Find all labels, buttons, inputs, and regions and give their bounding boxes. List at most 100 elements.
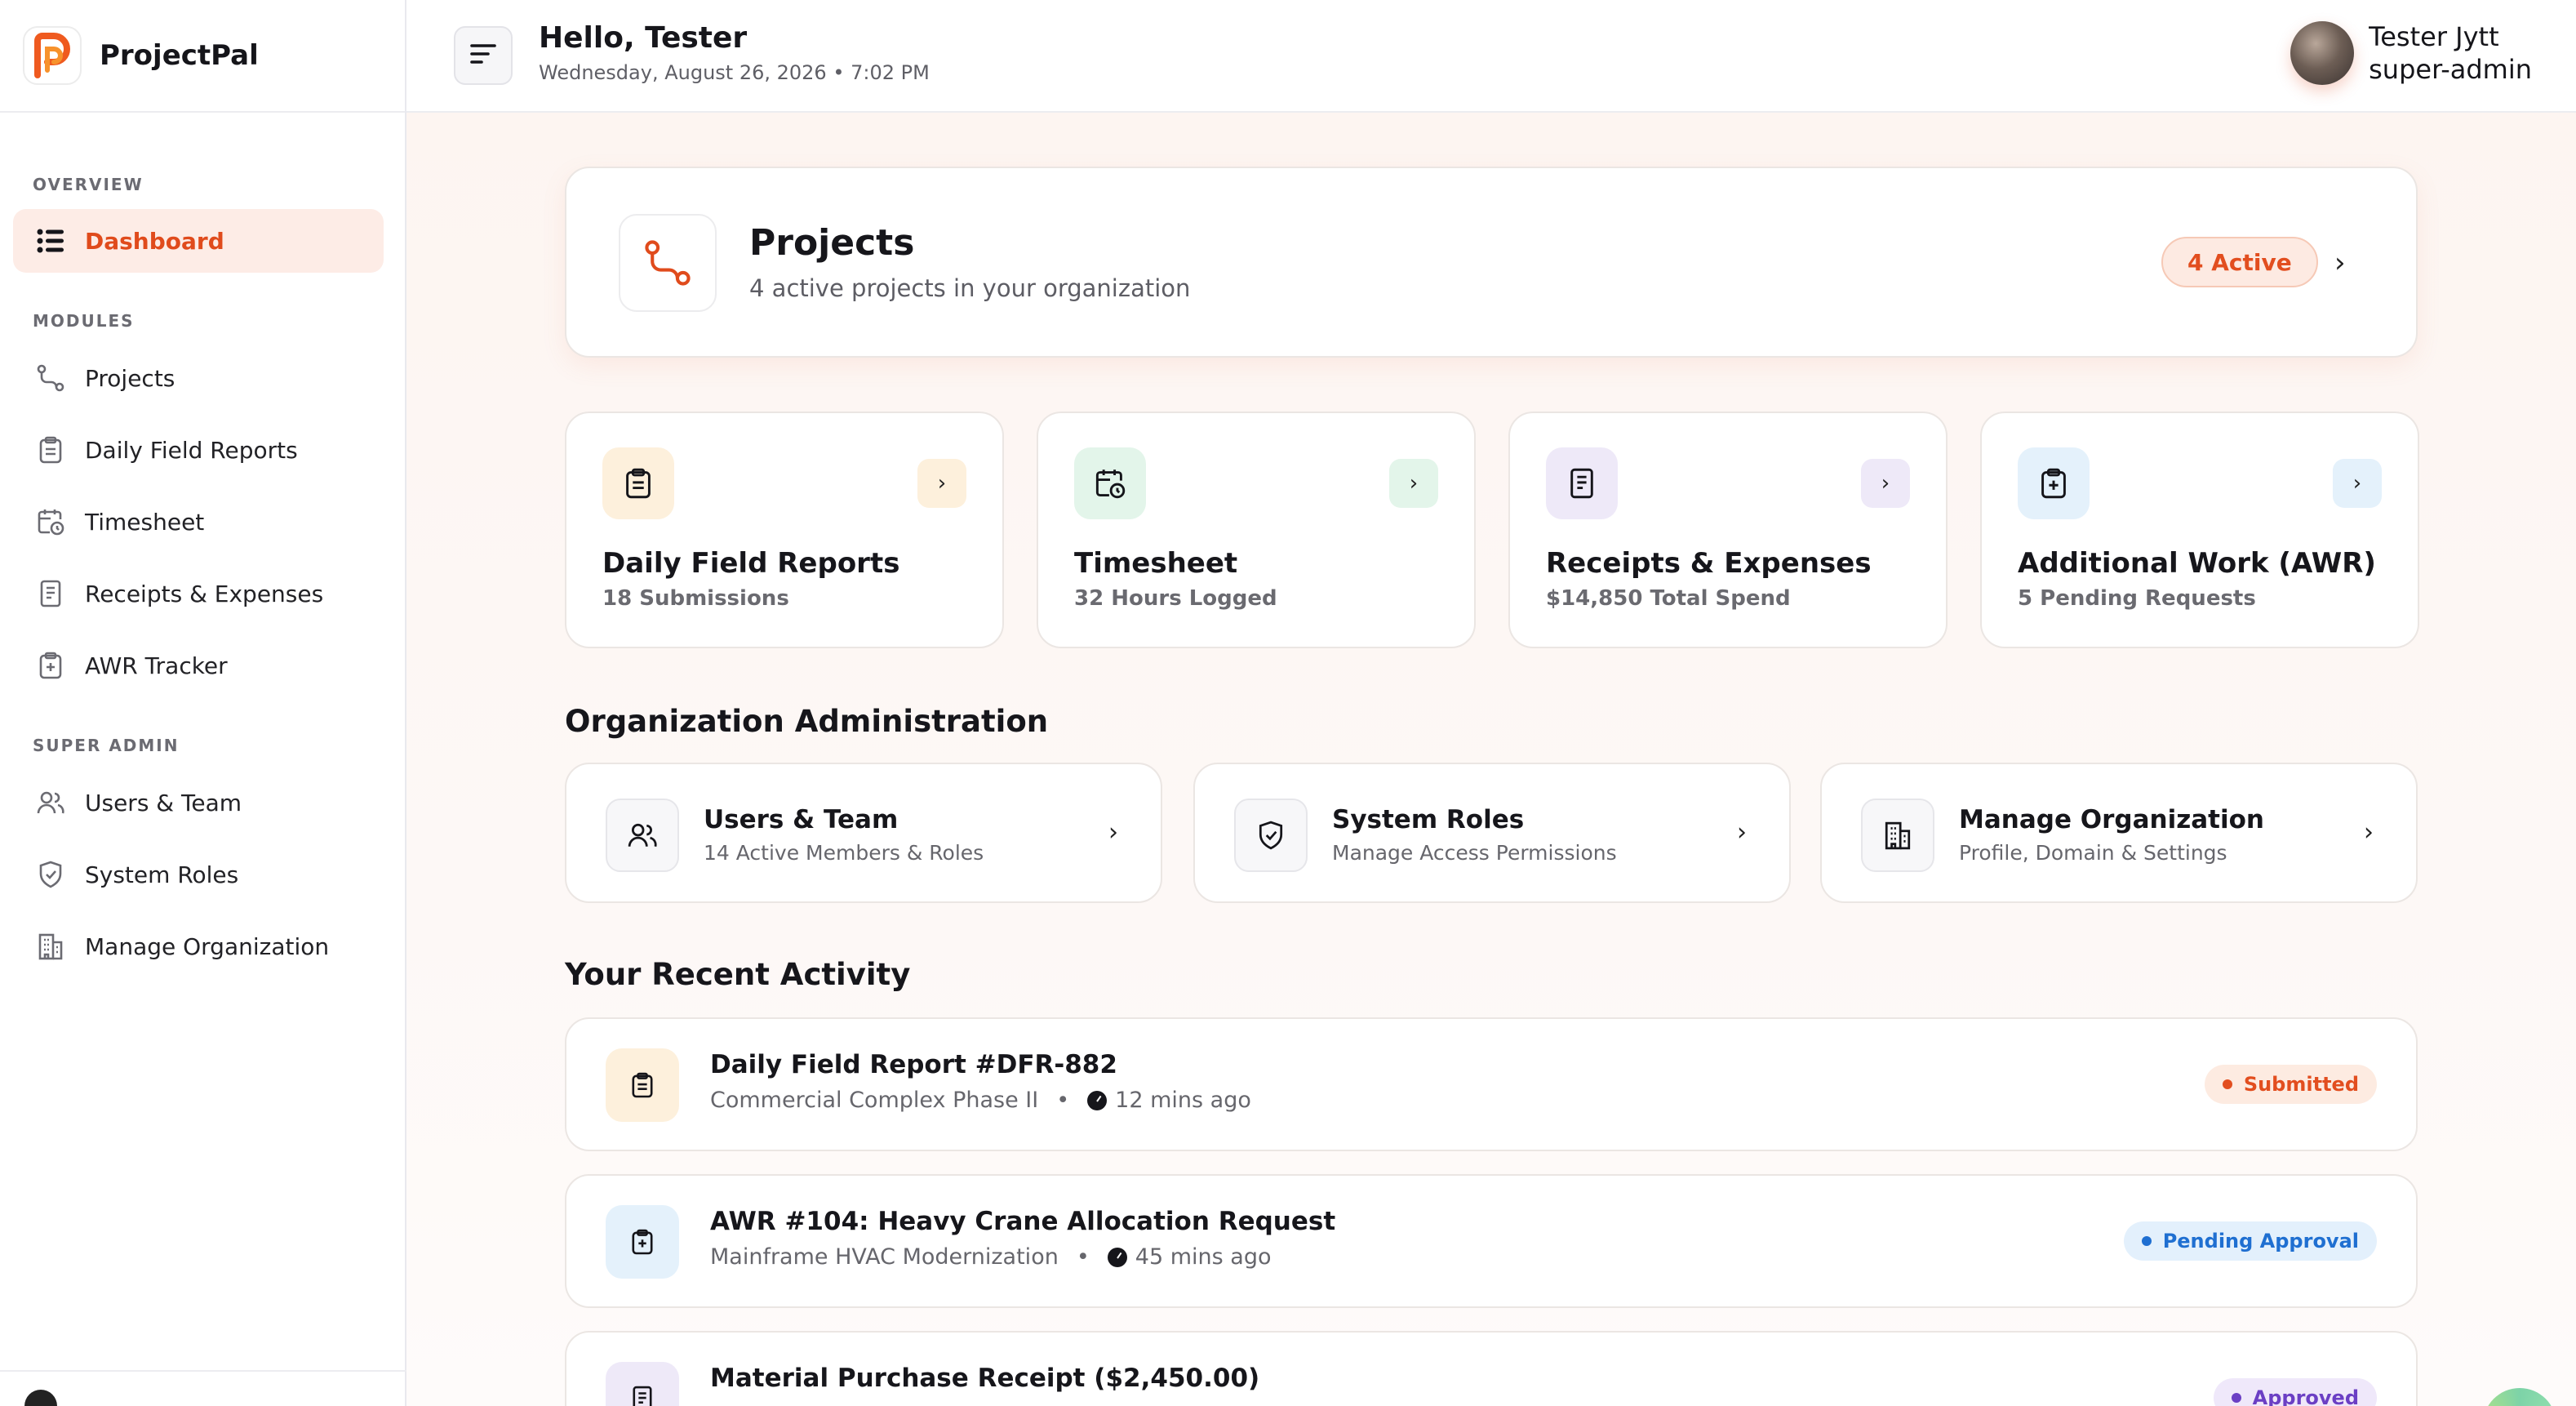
sidebar-divider xyxy=(0,1370,406,1372)
sidebar-item-label: Receipts & Expenses xyxy=(85,580,324,607)
sidebar-item-projects[interactable]: Projects xyxy=(13,346,384,410)
sidebar-item-label: Manage Organization xyxy=(85,932,330,960)
module-subtitle: 5 Pending Requests xyxy=(2018,586,2256,611)
chevron-right-icon[interactable]: › xyxy=(1389,459,1438,508)
clock-icon xyxy=(1087,1090,1108,1110)
user-info: Tester Jytt super-admin xyxy=(2369,21,2532,85)
admin-card-title: Users & Team xyxy=(704,805,899,834)
main-content: Projects 4 active projects in your organ… xyxy=(406,113,2576,1406)
calendar-clock-icon xyxy=(36,507,65,536)
user-role: super-admin xyxy=(2369,54,2532,85)
calendar-clock-icon xyxy=(1074,447,1146,519)
chevron-right-icon[interactable]: › xyxy=(1108,818,1118,847)
sidebar: ProjectPal OVERVIEW Dashboard MODULES Pr… xyxy=(0,0,406,1406)
greeting-datetime: Wednesday, August 26, 2026 • 7:02 PM xyxy=(539,61,930,84)
menu-toggle-button[interactable] xyxy=(454,26,513,85)
admin-card-subtitle: Profile, Domain & Settings xyxy=(1959,841,2227,865)
sidebar-item-daily-field-reports[interactable]: Daily Field Reports xyxy=(13,418,384,482)
sidebar-item-awr-tracker[interactable]: AWR Tracker xyxy=(13,634,384,697)
chevron-right-icon[interactable]: › xyxy=(1737,818,1747,847)
activity-item[interactable]: Daily Field Report #DFR-882 Commercial C… xyxy=(565,1017,2418,1151)
module-subtitle: 32 Hours Logged xyxy=(1074,586,1277,611)
route-icon xyxy=(36,363,65,393)
module-subtitle: $14,850 Total Spend xyxy=(1546,586,1791,611)
status-badge: Approved xyxy=(2213,1378,2377,1406)
status-dot xyxy=(2222,1079,2232,1089)
sidebar-item-timesheet[interactable]: Timesheet xyxy=(13,490,384,554)
admin-card-users-team[interactable]: Users & Team 14 Active Members & Roles › xyxy=(565,763,1162,903)
sidebar-item-label: System Roles xyxy=(85,861,239,888)
user-name: Tester Jytt xyxy=(2369,21,2499,52)
status-badge: Pending Approval xyxy=(2123,1221,2377,1261)
activity-item[interactable]: Material Purchase Receipt ($2,450.00) Ap… xyxy=(565,1331,2418,1406)
building-icon xyxy=(36,932,65,961)
activity-title: Daily Field Report #DFR-882 xyxy=(710,1050,1117,1079)
sidebar-item-dashboard[interactable]: Dashboard xyxy=(13,209,384,273)
projectpal-logo-icon xyxy=(23,26,82,85)
activity-item[interactable]: AWR #104: Heavy Crane Allocation Request… xyxy=(565,1174,2418,1308)
sidebar-item-users-team[interactable]: Users & Team xyxy=(13,771,384,834)
projects-card[interactable]: Projects 4 active projects in your organ… xyxy=(565,167,2418,358)
admin-card-system-roles[interactable]: System Roles Manage Access Permissions › xyxy=(1193,763,1791,903)
nav-section-overview: OVERVIEW xyxy=(33,175,144,194)
sidebar-item-label: Projects xyxy=(85,364,175,392)
clipboard-plus-icon xyxy=(606,1205,679,1279)
list-icon xyxy=(36,226,65,256)
user-menu[interactable]: Tester Jytt super-admin xyxy=(2290,21,2532,85)
greeting-title: Hello, Tester xyxy=(539,21,748,55)
chevron-right-icon[interactable]: › xyxy=(2364,818,2374,847)
module-title: Receipts & Expenses xyxy=(1546,547,1872,580)
status-label: Submitted xyxy=(2243,1073,2359,1096)
sidebar-item-system-roles[interactable]: System Roles xyxy=(13,843,384,906)
module-card-timesheet[interactable]: › Timesheet 32 Hours Logged xyxy=(1037,412,1476,648)
clipboard-plus-icon xyxy=(36,651,65,680)
separator: • xyxy=(1056,1088,1070,1113)
users-icon xyxy=(606,799,679,872)
module-card-daily-field-reports[interactable]: › Daily Field Reports 18 Submissions xyxy=(565,412,1004,648)
status-label: Approved xyxy=(2252,1386,2359,1406)
status-badge: Submitted xyxy=(2204,1065,2377,1104)
separator: • xyxy=(1076,1244,1090,1270)
clipboard-icon xyxy=(606,1048,679,1122)
active-count-badge: 4 Active xyxy=(2161,237,2318,287)
clock-icon xyxy=(1107,1247,1127,1267)
sidebar-item-manage-organization[interactable]: Manage Organization xyxy=(13,914,384,978)
module-title: Timesheet xyxy=(1074,547,1238,580)
projects-subtitle: 4 active projects in your organization xyxy=(749,274,1191,302)
chevron-right-icon[interactable]: › xyxy=(917,459,966,508)
chevron-right-icon[interactable]: › xyxy=(2333,459,2382,508)
greeting: Hello, Tester Wednesday, August 26, 2026… xyxy=(539,21,930,84)
sidebar-item-receipts-expenses[interactable]: Receipts & Expenses xyxy=(13,562,384,625)
admin-card-title: System Roles xyxy=(1332,805,1525,834)
nav-section-modules: MODULES xyxy=(33,311,135,331)
brand[interactable]: ProjectPal xyxy=(0,0,405,113)
nav-section-super-admin: SUPER ADMIN xyxy=(33,736,180,755)
shield-check-icon xyxy=(36,860,65,889)
projects-title: Projects xyxy=(749,222,915,264)
admin-card-manage-organization[interactable]: Manage Organization Profile, Domain & Se… xyxy=(1820,763,2418,903)
users-icon xyxy=(36,788,65,817)
app-name: ProjectPal xyxy=(100,39,259,72)
menu-icon xyxy=(469,42,498,69)
shield-check-icon xyxy=(1234,799,1308,872)
chevron-right-icon[interactable]: › xyxy=(2334,247,2346,279)
recent-activity-heading: Your Recent Activity xyxy=(565,957,911,992)
clipboard-icon xyxy=(36,435,65,465)
module-card-additional-work[interactable]: › Additional Work (AWR) 5 Pending Reques… xyxy=(1980,412,2419,648)
receipt-icon xyxy=(1546,447,1618,519)
admin-card-title: Manage Organization xyxy=(1959,805,2264,834)
activity-meta: Commercial Complex Phase II • 12 mins ag… xyxy=(710,1088,1251,1113)
status-label: Pending Approval xyxy=(2162,1230,2359,1252)
avatar xyxy=(2290,21,2355,85)
org-admin-heading: Organization Administration xyxy=(565,704,1049,739)
chevron-right-icon[interactable]: › xyxy=(1861,459,1910,508)
activity-meta: Mainframe HVAC Modernization • 45 mins a… xyxy=(710,1244,1271,1270)
activity-project: Commercial Complex Phase II xyxy=(710,1088,1039,1113)
receipt-icon xyxy=(606,1362,679,1406)
clipboard-icon xyxy=(602,447,674,519)
module-card-receipts-expenses[interactable]: › Receipts & Expenses $14,850 Total Spen… xyxy=(1508,412,1948,648)
sidebar-footer-avatar[interactable] xyxy=(24,1390,57,1406)
clipboard-plus-icon xyxy=(2018,447,2090,519)
status-dot xyxy=(2141,1236,2152,1246)
activity-time: 45 mins ago xyxy=(1135,1244,1272,1270)
